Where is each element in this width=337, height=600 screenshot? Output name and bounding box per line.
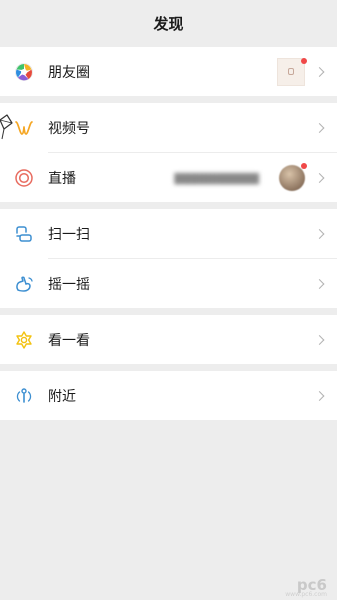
group-nearby: 附近 bbox=[0, 371, 337, 420]
menu-label-moments: 朋友圈 bbox=[48, 64, 90, 81]
page-title: 发现 bbox=[0, 0, 337, 47]
page-title-text: 发现 bbox=[153, 15, 184, 33]
scan-icon bbox=[14, 224, 34, 244]
menu-item-top-stories[interactable]: 看一看 bbox=[0, 315, 337, 364]
menu-label-top-stories: 看一看 bbox=[48, 332, 90, 349]
chevron-right-icon bbox=[314, 278, 325, 289]
menu-label-nearby: 附近 bbox=[48, 388, 76, 405]
chevron-right-icon bbox=[314, 122, 325, 133]
menu-item-nearby[interactable]: 附近 bbox=[0, 371, 337, 420]
live-status-text-blurred: ▇▇▇▇▇▇▇▇▇▇ bbox=[174, 171, 259, 184]
live-icon bbox=[14, 168, 34, 188]
moments-notification-dot bbox=[301, 58, 307, 64]
chevron-right-icon bbox=[314, 390, 325, 401]
menu-item-scan[interactable]: 扫一扫 bbox=[0, 209, 337, 258]
chevron-right-icon bbox=[314, 66, 325, 77]
menu-label-shake: 摇一摇 bbox=[48, 276, 90, 293]
group-moments: 朋友圈 bbox=[0, 47, 337, 96]
shake-icon bbox=[14, 274, 34, 294]
top-stories-icon bbox=[14, 330, 34, 350]
chevron-right-icon bbox=[314, 334, 325, 345]
group-channels-live: 视频号 直播 ▇▇▇▇▇▇▇▇▇▇ bbox=[0, 103, 337, 202]
channels-icon bbox=[14, 118, 34, 138]
watermark-url: www.pc6.com bbox=[285, 591, 327, 598]
live-notification-dot bbox=[301, 163, 307, 169]
kite-decoration-icon bbox=[0, 114, 13, 140]
chevron-right-icon bbox=[314, 172, 325, 183]
nearby-icon bbox=[14, 386, 34, 406]
menu-label-live: 直播 bbox=[48, 170, 76, 187]
live-host-avatar bbox=[279, 164, 305, 191]
group-scan-shake: 扫一扫 摇一摇 bbox=[0, 209, 337, 308]
menu-label-scan: 扫一扫 bbox=[48, 226, 90, 243]
moments-icon bbox=[14, 62, 34, 82]
group-top-stories: 看一看 bbox=[0, 315, 337, 364]
menu-item-moments[interactable]: 朋友圈 bbox=[0, 47, 337, 96]
menu-label-channels: 视频号 bbox=[48, 120, 90, 137]
menu-item-channels[interactable]: 视频号 bbox=[0, 103, 337, 152]
menu-item-live[interactable]: 直播 ▇▇▇▇▇▇▇▇▇▇ bbox=[0, 153, 337, 202]
menu-item-shake[interactable]: 摇一摇 bbox=[0, 259, 337, 308]
chevron-right-icon bbox=[314, 228, 325, 239]
